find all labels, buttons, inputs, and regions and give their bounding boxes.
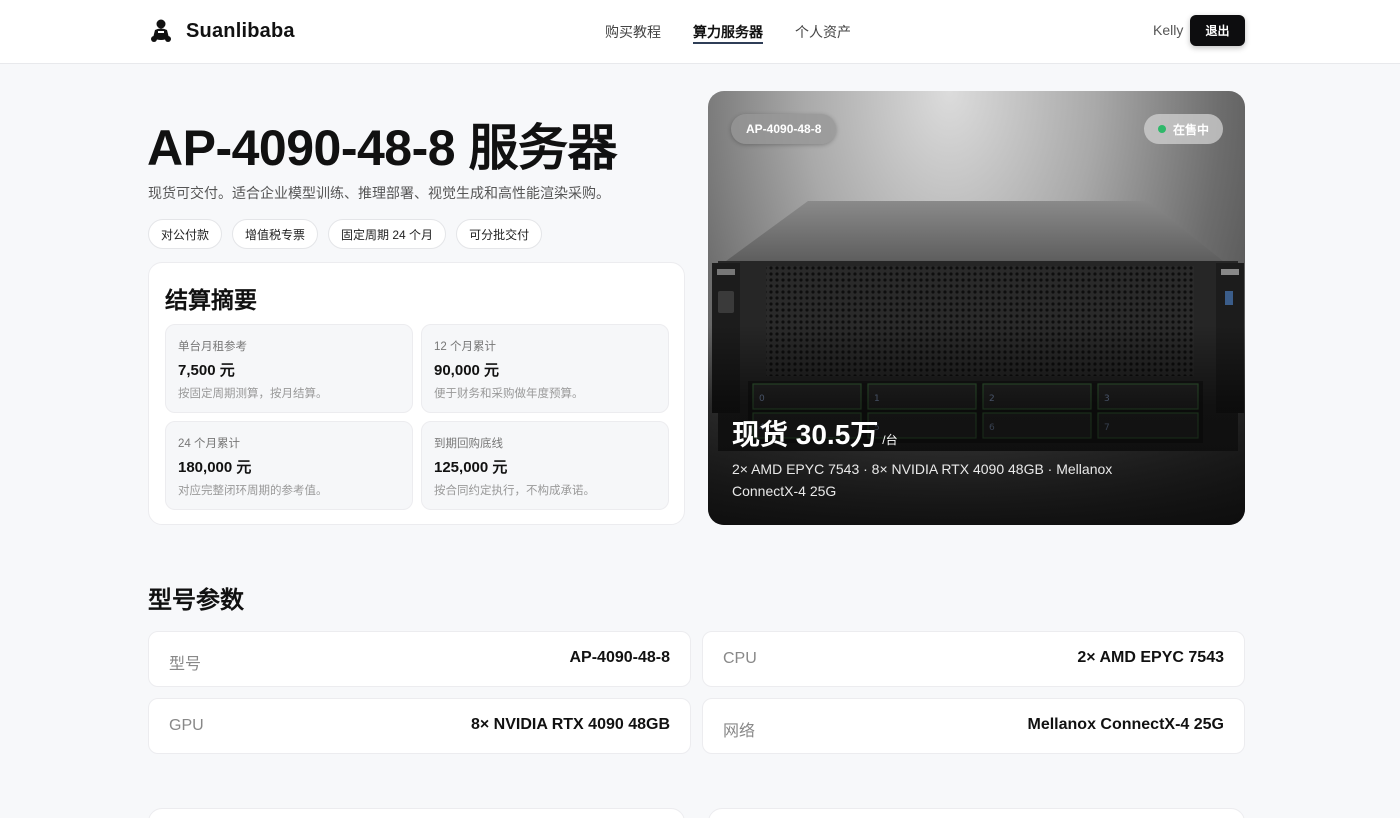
status-dot-icon bbox=[1158, 125, 1166, 133]
summary-cell-buyback: 到期回购底线 125,000 元 按合同约定执行，不构成承诺。 bbox=[421, 421, 669, 510]
spec-row-gpu: GPU 8× NVIDIA RTX 4090 48GB bbox=[148, 698, 691, 754]
spec-value: Mellanox ConnectX-4 25G bbox=[1027, 716, 1225, 733]
spec-key: 网络 bbox=[723, 723, 756, 740]
user-name: Kelly bbox=[1153, 22, 1184, 38]
summary-cell-12-months: 12 个月累计 90,000 元 便于财务和采购做年度预算。 bbox=[421, 324, 669, 413]
brand-name: Suanlibaba bbox=[186, 19, 295, 42]
spec-key: CPU bbox=[723, 650, 757, 667]
summary-title: 结算摘要 bbox=[165, 287, 257, 313]
page-title: AP-4090-48-8 服务器 bbox=[147, 120, 617, 176]
status-badge: 在售中 bbox=[1144, 114, 1224, 144]
summary-value: 7,500 元 bbox=[178, 362, 235, 379]
summary-value: 125,000 元 bbox=[434, 459, 508, 476]
tag-fixed-term: 固定周期 24 个月 bbox=[328, 219, 447, 249]
summary-cell-monthly: 单台月租参考 7,500 元 按固定周期测算，按月结算。 bbox=[165, 324, 413, 413]
summary-value: 180,000 元 bbox=[178, 459, 252, 476]
spec-summary: 2× AMD EPYC 7543 · 8× NVIDIA RTX 4090 48… bbox=[732, 461, 1113, 499]
nav-purchase-guide[interactable]: 购买教程 bbox=[605, 0, 661, 64]
summary-note: 便于财务和采购做年度预算。 bbox=[434, 388, 584, 400]
top-header: Suanlibaba 购买教程 算力服务器 个人资产 Kelly 退出 bbox=[0, 0, 1400, 64]
nav-personal-assets[interactable]: 个人资产 bbox=[795, 0, 851, 64]
settlement-summary-card: 结算摘要 单台月租参考 7,500 元 按固定周期测算，按月结算。 12 个月累… bbox=[148, 262, 685, 525]
logout-button[interactable]: 退出 bbox=[1190, 15, 1245, 46]
summary-label: 12 个月累计 bbox=[434, 341, 496, 353]
tag-batch-delivery: 可分批交付 bbox=[456, 219, 543, 249]
brand[interactable]: Suanlibaba bbox=[148, 16, 295, 46]
model-badge: AP-4090-48-8 bbox=[731, 114, 837, 144]
lower-card-right bbox=[708, 808, 1245, 818]
spec-key: GPU bbox=[169, 717, 204, 734]
summary-cell-24-months: 24 个月累计 180,000 元 对应完整闭环周期的参考值。 bbox=[165, 421, 413, 510]
summary-label: 单台月租参考 bbox=[178, 341, 247, 353]
main-nav: 购买教程 算力服务器 个人资产 bbox=[605, 0, 883, 64]
price-value: 现货 30.5万 bbox=[732, 419, 879, 450]
summary-value: 90,000 元 bbox=[434, 362, 500, 379]
summary-note: 按固定周期测算，按月结算。 bbox=[178, 388, 328, 400]
status-label: 在售中 bbox=[1173, 122, 1210, 137]
lower-card-left bbox=[148, 808, 685, 818]
summary-label: 到期回购底线 bbox=[434, 438, 503, 450]
page-subtitle: 现货可交付。适合企业模型训练、推理部署、视觉生成和高性能渲染采购。 bbox=[148, 185, 610, 201]
specs-section-title: 型号参数 bbox=[148, 587, 244, 614]
spec-row-cpu: CPU 2× AMD EPYC 7543 bbox=[702, 631, 1245, 687]
spec-row-model: 型号 AP-4090-48-8 bbox=[148, 631, 691, 687]
spec-row-network: 网络 Mellanox ConnectX-4 25G bbox=[702, 698, 1245, 754]
brand-logo-icon bbox=[151, 19, 171, 42]
price-line: 现货 30.5万/台 bbox=[732, 413, 898, 453]
summary-note: 按合同约定执行，不构成承诺。 bbox=[434, 485, 595, 497]
tag-vat-invoice: 增值税专票 bbox=[232, 219, 319, 249]
tag-corporate-payment: 对公付款 bbox=[148, 219, 223, 249]
summary-note: 对应完整闭环周期的参考值。 bbox=[178, 485, 328, 497]
spec-value: 2× AMD EPYC 7543 bbox=[1077, 649, 1224, 666]
nav-compute-servers[interactable]: 算力服务器 bbox=[693, 0, 763, 64]
spec-value: AP-4090-48-8 bbox=[569, 649, 671, 666]
spec-key: 型号 bbox=[169, 656, 202, 673]
product-image-card: 0 1 2 3 4 5 6 7 AP-4090-48-8 在售中 现货 30.5… bbox=[708, 91, 1245, 525]
summary-label: 24 个月累计 bbox=[178, 438, 240, 450]
feature-tags: 对公付款 增值税专票 固定周期 24 个月 可分批交付 bbox=[148, 219, 552, 249]
price-unit: /台 bbox=[882, 433, 898, 447]
spec-value: 8× NVIDIA RTX 4090 48GB bbox=[470, 716, 670, 733]
